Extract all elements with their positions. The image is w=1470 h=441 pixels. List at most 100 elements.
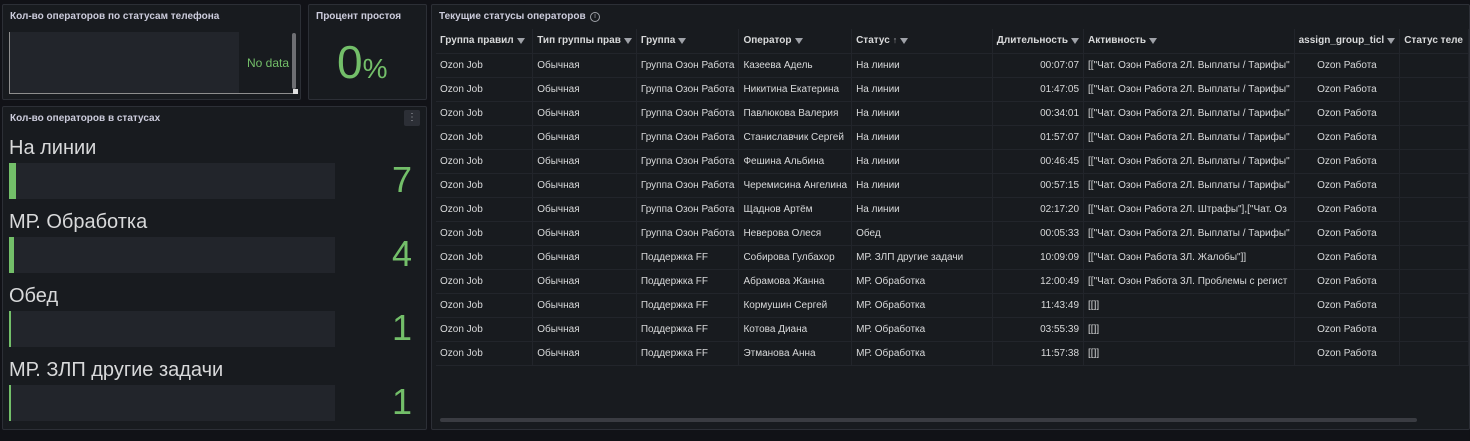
table-cell: Ozon Работа (1294, 149, 1401, 174)
table-cell: Обычная (532, 341, 637, 366)
stat-fill (9, 237, 14, 273)
column-header[interactable]: Длительность (992, 29, 1085, 54)
panel-title: Кол-во операторов по статусам телефона (10, 11, 220, 22)
stat-fill (9, 385, 11, 421)
table-cell: Обычная (532, 269, 637, 294)
stat-label: МР. ЗЛП другие задачи (9, 359, 224, 381)
table-cell: 11:43:49 (992, 293, 1085, 318)
table-row[interactable]: Ozon Job Обычная Поддержка FF Котова Диана М… (436, 317, 1469, 342)
table-cell: Обед (851, 221, 993, 246)
column-header-label: Активность (1088, 35, 1147, 47)
table-cell: На линии (851, 125, 993, 150)
stat-track (9, 163, 335, 199)
filter-icon[interactable] (516, 37, 525, 44)
table-row[interactable]: Ozon Job Обычная Поддержка FF Этманова Анна… (436, 341, 1469, 366)
table-cell: [[]] (1083, 317, 1295, 342)
resize-handle[interactable] (293, 89, 298, 94)
operators-table: Группа правил Тип группы прав Группа Операт… (436, 29, 1469, 366)
table-row[interactable]: Ozon Job Обычная Группа Озон Работа Фешина … (436, 149, 1469, 174)
table-cell: Обычная (532, 245, 637, 270)
column-header[interactable]: Тип группы прав (532, 29, 637, 54)
column-header[interactable]: Статус теле (1399, 29, 1469, 54)
filter-icon[interactable] (900, 37, 909, 44)
table-row[interactable]: Ozon Job Обычная Группа Озон Работа Станисл… (436, 125, 1469, 150)
table-cell (1399, 53, 1469, 78)
table-row[interactable]: Ozon Job Обычная Группа Озон Работа Казеева… (436, 53, 1469, 78)
table-cell: 10:09:09 (992, 245, 1085, 270)
table-cell: 00:05:33 (992, 221, 1085, 246)
table-row[interactable]: Ozon Job Обычная Поддержка FF Собирова Гулб… (436, 245, 1469, 270)
column-header[interactable]: Оператор (738, 29, 853, 54)
table-cell: Поддержка FF (636, 317, 740, 342)
idle-percent-value: 0% (337, 35, 388, 89)
table-cell: Ozon Job (436, 341, 534, 366)
table-cell: [["Чат. Озон Работа 3Л. Жалобы"]] (1083, 245, 1295, 270)
filter-icon[interactable] (678, 37, 687, 44)
table-cell: Группа Озон Работа (636, 197, 740, 222)
stat-label: МР. Обработка (9, 211, 148, 233)
filter-icon[interactable] (1387, 37, 1396, 44)
column-header[interactable]: Группа (636, 29, 740, 54)
table-row[interactable]: Ozon Job Обычная Поддержка FF Абрамова Жанн… (436, 269, 1469, 294)
table-cell: Обычная (532, 173, 637, 198)
stat-value: 4 (391, 233, 412, 274)
table-cell: Обычная (532, 149, 637, 174)
filter-icon[interactable] (1071, 37, 1080, 44)
table-cell: Обычная (532, 221, 637, 246)
column-header[interactable]: Статус ↑ (851, 29, 993, 54)
sort-asc-icon[interactable]: ↑ (893, 35, 898, 45)
filter-icon[interactable] (1149, 37, 1158, 44)
stat-value: 1 (391, 307, 412, 348)
column-header-label: Оператор (743, 35, 792, 47)
table-cell: 00:46:45 (992, 149, 1085, 174)
column-header[interactable]: Активность (1083, 29, 1295, 54)
table-cell: МР. Обработка (851, 341, 993, 366)
table-row[interactable]: Ozon Job Обычная Поддержка FF Кормушин Серг… (436, 293, 1469, 318)
table-cell: Никитина Екатерина (738, 77, 853, 102)
filter-icon[interactable] (794, 37, 803, 44)
stat-value: 1 (391, 381, 412, 422)
table-cell: [[]] (1083, 293, 1295, 318)
info-icon[interactable]: i (590, 12, 600, 22)
table-cell: Обычная (532, 53, 637, 78)
table-cell: Поддержка FF (636, 245, 740, 270)
table-header-row: Группа правил Тип группы прав Группа Операт… (436, 29, 1469, 54)
panel-operator-statuses: Кол-во операторов в статусах ⋮ На линии … (2, 106, 427, 430)
table-cell: 03:55:39 (992, 317, 1085, 342)
table-cell: Ozon Job (436, 221, 534, 246)
table-cell: Ozon Работа (1294, 77, 1401, 102)
column-header-label: Статус (856, 35, 890, 47)
table-cell: Ozon Job (436, 53, 534, 78)
column-header-label: Группа правил (440, 35, 514, 47)
table-row[interactable]: Ozon Job Обычная Группа Озон Работа Черемис… (436, 173, 1469, 198)
table-cell (1399, 77, 1469, 102)
column-header[interactable]: Группа правил (436, 29, 534, 54)
scrollbar[interactable] (292, 33, 296, 89)
table-cell: [["Чат. Озон Работа 2Л. Выплаты / Тарифы… (1083, 221, 1295, 246)
table-cell: 00:57:15 (992, 173, 1085, 198)
table-cell: Ozon Job (436, 173, 534, 198)
table-cell: Ozon Работа (1294, 125, 1401, 150)
table-row[interactable]: Ozon Job Обычная Группа Озон Работа Павлюко… (436, 101, 1469, 126)
panel-menu-icon[interactable]: ⋮ (404, 110, 420, 126)
table-cell: Ozon Работа (1294, 173, 1401, 198)
table-row[interactable]: Ozon Job Обычная Группа Озон Работа Щаднов … (436, 197, 1469, 222)
table-row[interactable]: Ozon Job Обычная Группа Озон Работа Неверов… (436, 221, 1469, 246)
stat-bar-mr-other: МР. ЗЛП другие задачи 1 (3, 359, 428, 429)
table-cell: [["Чат. Озон Работа 2Л. Выплаты / Тарифы… (1083, 125, 1295, 150)
table-cell (1399, 101, 1469, 126)
table-cell: Котова Диана (738, 317, 853, 342)
table-cell: Группа Озон Работа (636, 125, 740, 150)
table-row[interactable]: Ozon Job Обычная Группа Озон Работа Никитин… (436, 77, 1469, 102)
table-cell: Ozon Job (436, 125, 534, 150)
table-cell: Обычная (532, 293, 637, 318)
horizontal-scrollbar[interactable] (440, 418, 1417, 422)
table-cell: 02:17:20 (992, 197, 1085, 222)
column-header-label: assign_group_ticl (1298, 35, 1385, 47)
table-cell: На линии (851, 173, 993, 198)
table-cell: [["Чат. Озон Работа 2Л. Выплаты / Тарифы… (1083, 101, 1295, 126)
column-header[interactable]: assign_group_ticl (1294, 29, 1401, 54)
filter-icon[interactable] (623, 37, 632, 44)
table-cell: Ozon Job (436, 197, 534, 222)
x-axis-line (9, 93, 297, 94)
